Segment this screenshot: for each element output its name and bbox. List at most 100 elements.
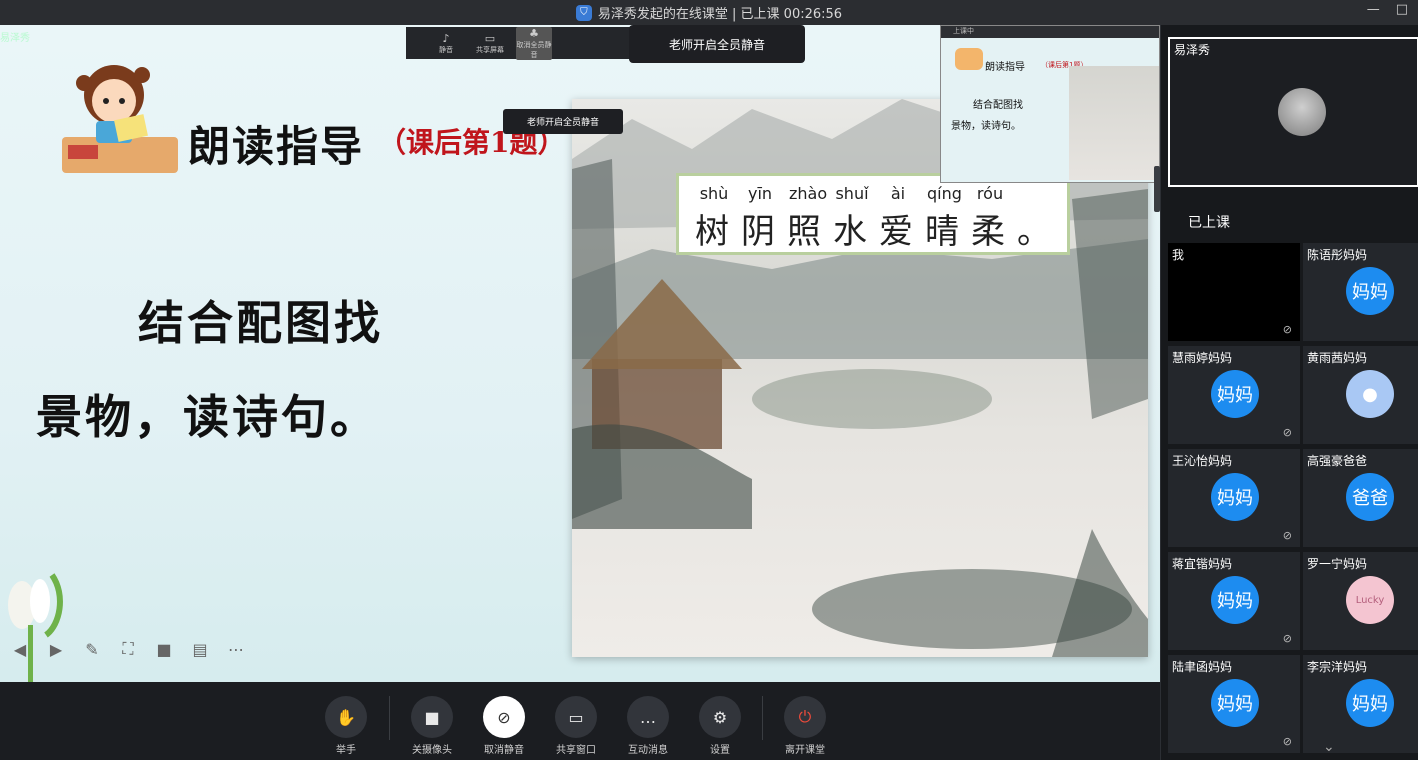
lotus-decoration [8, 573, 63, 682]
avatar: 妈妈 [1211, 679, 1259, 727]
mute-all-toast-small: 老师开启全员静音 [503, 109, 623, 134]
participant-name: 罗一宁妈妈 [1307, 557, 1368, 571]
pinyin-2: zhào [789, 184, 828, 203]
participant-tile[interactable]: 高强豪爸爸 爸爸 [1303, 449, 1418, 547]
comment-icon[interactable]: ▤ [190, 639, 210, 659]
teacher-name: 易泽秀 [1174, 43, 1211, 57]
slide-instruction-line1: 结合配图找 [138, 296, 383, 350]
video-icon[interactable]: ■ [154, 639, 174, 659]
participant-tile[interactable]: 李宗洋妈妈 妈妈 [1303, 655, 1418, 753]
next-page-icon[interactable]: ▶ [46, 639, 66, 659]
camera-icon: ■ [411, 696, 453, 738]
pinyin-0: shù [699, 184, 729, 203]
participant-tile[interactable]: 罗一宁妈妈 Lucky [1303, 552, 1418, 650]
preview-line1: 结合配图找 [973, 100, 1023, 111]
participant-tile[interactable]: 王沁怡妈妈 妈妈 ⊘ [1168, 449, 1300, 547]
participant-name: 陆聿函妈妈 [1172, 660, 1233, 674]
maximize-button[interactable]: □ [1396, 2, 1408, 17]
poem-line-box: shù yīn zhào shuǐ ài qíng róu 树 阴 照 水 爱 … [676, 173, 1070, 255]
participant-name: 蒋宜锴妈妈 [1172, 557, 1233, 571]
more-icon[interactable]: ⋯ [226, 639, 246, 659]
default-avatar-icon: ● [1346, 370, 1394, 418]
participant-name: 慧雨婷妈妈 [1172, 351, 1233, 365]
settings-label: 设置 [710, 745, 730, 756]
mini-share-label: 共享屏幕 [476, 45, 504, 54]
preview-line2: 景物，读诗句。 [951, 121, 1021, 132]
camera-off-button[interactable]: ■ 关摄像头 [397, 696, 467, 756]
preview-girl-illustration [955, 48, 983, 70]
window-title: 易泽秀发起的在线课堂 | 已上课 00:26:56 [597, 7, 843, 22]
mic-muted-icon: ⊘ [1282, 323, 1292, 336]
pinyin-3: shuǐ [835, 184, 869, 203]
annotation-toolbar: ◀ ▶ ✎ ⛶ ■ ▤ ⋯ [10, 639, 246, 659]
screen-preview-thumbnail[interactable]: 上课中 朗读指导 （课后第1题） 结合配图找 景物，读诗句。 [940, 25, 1160, 183]
participant-tile[interactable]: 黄雨茜妈妈 ● [1303, 346, 1418, 444]
participant-tile[interactable]: 陈语彤妈妈 妈妈 [1303, 243, 1418, 341]
avatar: 妈妈 [1211, 576, 1259, 624]
section-label: 已上课 [1188, 215, 1230, 231]
hanzi-6: 柔 [971, 212, 1005, 252]
preview-top-bar: 上课中 [941, 26, 1159, 38]
chat-icon: … [627, 696, 669, 738]
control-divider [762, 696, 763, 740]
minimize-button[interactable]: — [1367, 2, 1380, 17]
mic-icon: ♪ [442, 31, 450, 45]
participants-panel: 易泽秀 已上课 我 ⊘ 陈语彤妈妈 妈妈 慧雨婷妈妈 妈妈 ⊘ 黄雨茜妈妈 ● … [1160, 25, 1418, 760]
screen-icon: ▭ [484, 31, 496, 45]
group-icon: ♣ [529, 26, 539, 40]
hanzi-7: 。 [1017, 212, 1051, 252]
chevron-down-icon[interactable]: ⌄ [1323, 739, 1335, 755]
participant-name: 黄雨茜妈妈 [1307, 351, 1368, 365]
participant-name: 陈语彤妈妈 [1307, 248, 1368, 262]
poem-pinyin: shù yīn zhào shuǐ ài qíng róu [697, 184, 1007, 203]
raise-hand-button[interactable]: ✋ 举手 [311, 696, 381, 756]
mini-unmute-all-label: 取消全员静音 [516, 40, 552, 59]
power-icon: ⏻ [784, 696, 826, 738]
participant-name: 王沁怡妈妈 [1172, 454, 1233, 468]
mic-muted-icon: ⊘ [1282, 426, 1292, 439]
share-window-icon: ▭ [555, 696, 597, 738]
settings-button[interactable]: ⚙ 设置 [685, 696, 755, 756]
mini-unmute-all-button[interactable]: ♣ 取消全员静音 [516, 26, 552, 60]
slide-title: 朗读指导 [188, 122, 365, 171]
poem-hanzi: 树 阴 照 水 爱 晴 柔 。 [693, 204, 1053, 253]
control-divider [389, 696, 390, 740]
share-window-button[interactable]: ▭ 共享窗口 [541, 696, 611, 756]
fullscreen-icon[interactable]: ⛶ [118, 639, 138, 659]
teacher-video-tile[interactable]: 易泽秀 [1168, 37, 1418, 187]
reading-girl-illustration [62, 65, 178, 173]
share-window-label: 共享窗口 [556, 745, 596, 756]
avatar: Lucky [1346, 576, 1394, 624]
unmute-button[interactable]: ⊘ 取消静音 [469, 696, 539, 756]
mic-muted-icon: ⊘ [483, 696, 525, 738]
pen-icon[interactable]: ✎ [82, 639, 102, 659]
mic-muted-icon: ⊘ [1282, 735, 1292, 748]
pinyin-5: qíng [927, 184, 962, 203]
participant-tile[interactable]: 我 ⊘ [1168, 243, 1300, 341]
participant-tile[interactable]: 陆聿函妈妈 妈妈 ⊘ [1168, 655, 1300, 753]
hanzi-2: 照 [787, 212, 821, 252]
avatar: 妈妈 [1346, 679, 1394, 727]
unmute-label: 取消静音 [484, 745, 524, 756]
mini-mute-button[interactable]: ♪ 静音 [428, 32, 464, 55]
mini-mute-label: 静音 [439, 45, 453, 54]
hanzi-5: 晴 [925, 212, 959, 252]
avatar: 爸爸 [1346, 473, 1394, 521]
pinyin-1: yīn [747, 184, 773, 203]
mute-all-toast: 老师开启全员静音 [629, 25, 805, 63]
participant-tile[interactable]: 慧雨婷妈妈 妈妈 ⊘ [1168, 346, 1300, 444]
leave-classroom-button[interactable]: ⏻ 离开课堂 [770, 696, 840, 756]
interactive-messages-label: 互动消息 [628, 745, 668, 756]
mini-share-button[interactable]: ▭ 共享屏幕 [472, 32, 508, 55]
avatar: 妈妈 [1346, 267, 1394, 315]
slide-instruction-line2: 景物，读诗句。 [36, 390, 379, 444]
prev-page-icon[interactable]: ◀ [10, 639, 30, 659]
shield-icon: ⛉ [575, 4, 592, 21]
window-titlebar: ⛉ 易泽秀发起的在线课堂 | 已上课 00:26:56 — □ [0, 0, 1418, 25]
camera-off-label: 关摄像头 [412, 745, 452, 756]
preview-painting [1069, 66, 1159, 180]
avatar: 妈妈 [1211, 473, 1259, 521]
participant-tile[interactable]: 蒋宜锴妈妈 妈妈 ⊘ [1168, 552, 1300, 650]
preview-title: 朗读指导 [985, 62, 1025, 73]
interactive-messages-button[interactable]: … 互动消息 [613, 696, 683, 756]
